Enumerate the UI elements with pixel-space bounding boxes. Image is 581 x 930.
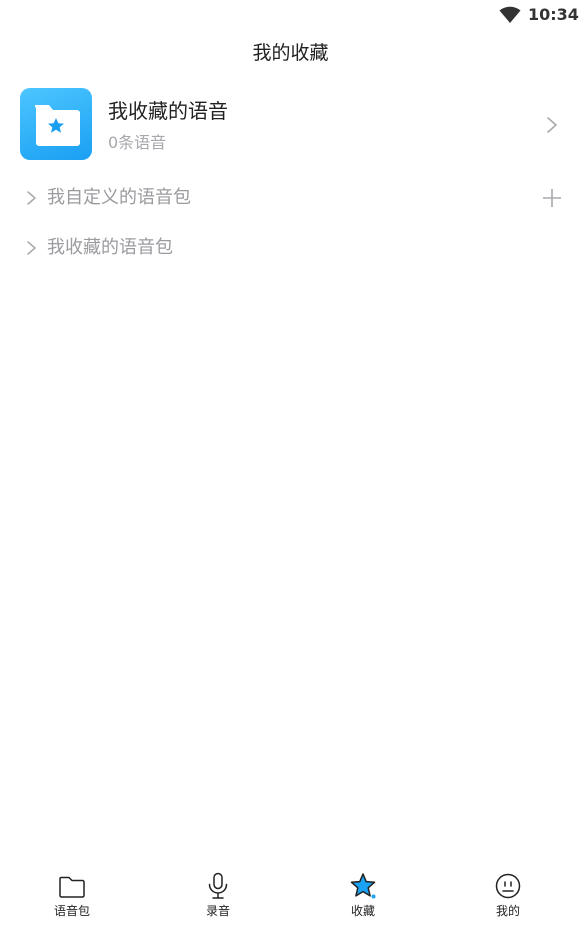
section-label: 我自定义的语音包 [47,187,191,208]
nav-tab-favorites[interactable]: 收藏 [323,870,403,926]
page-title: 我的收藏 [252,42,329,64]
smiley-face-icon [495,873,521,899]
nav-label: 语音包 [53,904,90,918]
nav-label: 我的 [495,904,520,918]
folder-icon [59,876,85,898]
favorite-voices-card[interactable]: 我收藏的语音 0条语音 [20,88,563,162]
section-custom-voice-packs[interactable]: 我自定义的语音包 [26,183,563,213]
favorites-screen: 10:34 我的收藏 我收藏的语音 0条语音 我自定义的语音包 我收藏的语音包 … [0,0,581,930]
section-label: 我收藏的语音包 [47,237,173,258]
nav-tab-voice-packs[interactable]: 语音包 [32,870,112,926]
status-time: 10:34 [528,5,579,24]
nav-tab-profile[interactable]: 我的 [468,870,548,926]
status-bar: 10:34 [0,0,581,30]
chevron-right-icon [27,191,36,205]
nav-label: 收藏 [350,904,375,918]
add-icon[interactable] [541,187,563,209]
section-favorite-voice-packs[interactable]: 我收藏的语音包 [26,233,563,263]
bottom-nav: 语音包 录音 收藏 我的 [0,864,581,930]
chevron-right-icon [27,241,36,255]
nav-label: 录音 [205,904,230,918]
star-icon [350,873,376,899]
favorite-voices-count: 0条语音 [108,133,167,152]
chevron-right-icon [547,117,557,133]
wifi-icon [499,6,521,23]
favorite-voices-title: 我收藏的语音 [108,99,228,123]
folder-star-icon [20,88,92,160]
nav-tab-record[interactable]: 录音 [178,870,258,926]
microphone-icon [208,872,228,899]
